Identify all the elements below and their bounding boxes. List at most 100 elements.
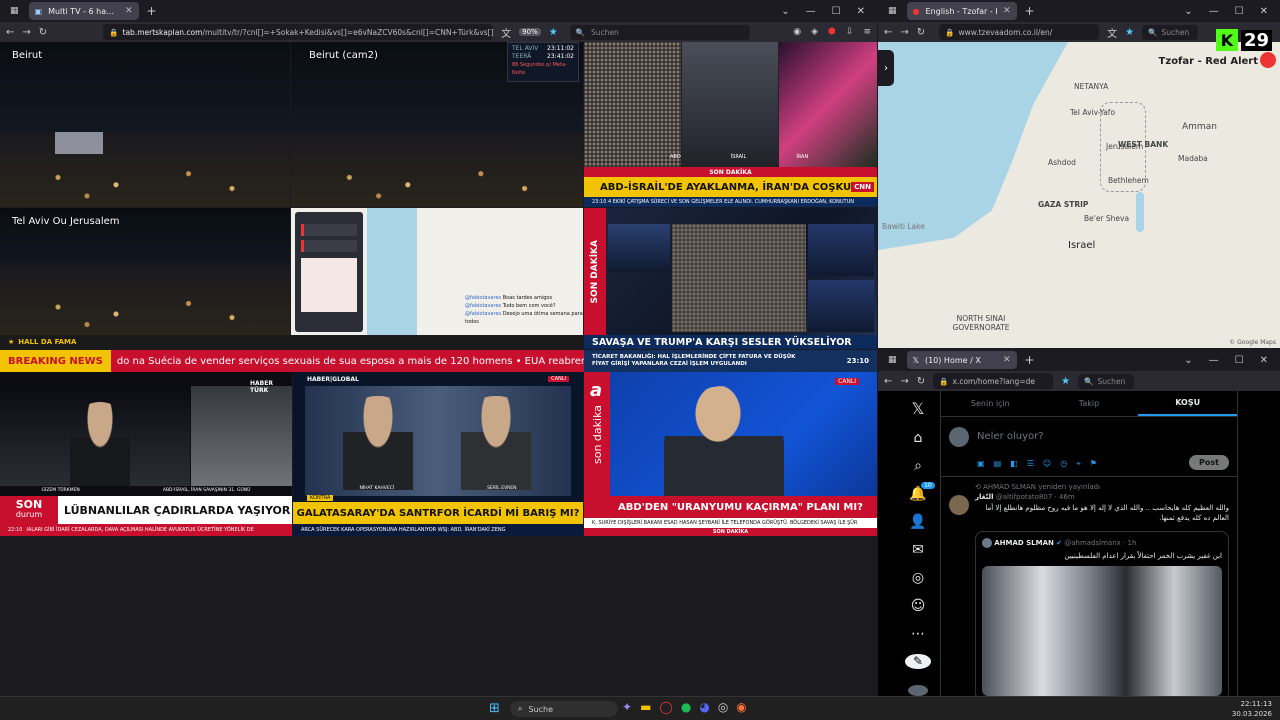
kick-icon: K <box>1215 29 1238 51</box>
ublock-icon[interactable]: ⬢ <box>828 27 836 37</box>
close-window-button[interactable]: ✕ <box>1260 355 1268 366</box>
list-tabs-icon[interactable]: ⌄ <box>1184 355 1192 366</box>
windows-start-icon[interactable]: ⊞ <box>489 701 500 716</box>
bookmark-star-icon[interactable]: ★ <box>549 27 558 38</box>
ahaber-feed[interactable]: son dakika a CANLI ABD'DEN "URANYUMU KAÇ… <box>584 372 877 536</box>
flag-icon[interactable]: ⚑ <box>1090 459 1097 469</box>
quote-image[interactable] <box>982 566 1222 696</box>
tab-multitv[interactable]: ▣ Multi TV - 6 haber kanalını ✕ <box>28 2 139 20</box>
close-tab-icon[interactable]: ✕ <box>1003 6 1011 16</box>
search-box[interactable]: 🔍 Suchen <box>1142 24 1199 40</box>
cam-telaviv[interactable]: Tel Aviv Ou Jerusalem <box>0 208 290 335</box>
forward-icon[interactable]: → <box>22 27 30 38</box>
bookmark-star-icon[interactable]: ★ <box>1125 27 1134 38</box>
explore-icon[interactable]: ⌕ <box>914 458 922 474</box>
tab-kosu[interactable]: KOŞU <box>1138 391 1238 416</box>
messages-icon[interactable]: ✉ <box>912 542 924 558</box>
list-tabs-icon[interactable]: ⌄ <box>1184 6 1192 17</box>
translate-icon[interactable]: 文 <box>1107 25 1117 40</box>
poll-icon[interactable]: ☰ <box>1027 459 1034 469</box>
tweet[interactable]: ⟲ AHMAD SLMAN yeniden yayınladı النّڠار … <box>941 477 1237 696</box>
address-bar[interactable]: 🔒 www.tzevaadom.co.il/en/ <box>939 24 1100 40</box>
search-box[interactable]: 🔍 Suchen <box>569 24 750 40</box>
tab-x-home[interactable]: 𝕏 (10) Home / X ✕ <box>906 351 1017 369</box>
map-area[interactable]: › Tzofar - Red Alert NETANYA Tel Aviv-Ya… <box>878 42 1280 348</box>
tab-tzofar[interactable]: ● English - Tzofar - Red Alert ✕ <box>906 2 1017 20</box>
system-clock[interactable]: 22:11:13 30.03.2026 <box>1232 699 1272 719</box>
minimize-button[interactable]: — <box>1209 6 1219 17</box>
schedule-icon[interactable]: ◷ <box>1060 459 1067 469</box>
taskbar-search[interactable]: ⌕ Suche <box>510 701 618 717</box>
account-icon[interactable]: ◉ <box>793 27 801 37</box>
account-avatar[interactable] <box>908 684 928 696</box>
reload-icon[interactable]: ↻ <box>39 27 47 38</box>
list-tabs-icon[interactable]: ⌄ <box>781 6 789 17</box>
quote-avatar <box>982 538 992 548</box>
gif-icon[interactable]: ▤ <box>994 459 1002 469</box>
new-tab-button[interactable]: + <box>1021 353 1039 367</box>
back-icon[interactable]: ← <box>884 27 892 38</box>
maximize-button[interactable]: ☐ <box>1235 355 1244 366</box>
tab-overview-icon[interactable]: ▦ <box>4 6 25 16</box>
search-box[interactable]: 🔍 Suchen <box>1078 373 1135 389</box>
profile-icon[interactable]: ☺ <box>911 598 926 614</box>
home-icon[interactable]: ⌂ <box>914 430 923 446</box>
reload-icon[interactable]: ↻ <box>917 376 925 387</box>
haberglobal-feed[interactable]: HABER|GLOBAL CANLI NİHAT KAHVECİ SERİL EV… <box>293 372 583 536</box>
compose-post-button[interactable]: ✎ <box>905 654 931 669</box>
notifications-icon[interactable]: 🔔 10 <box>909 482 935 502</box>
downloads-icon[interactable]: ⇩ <box>846 27 854 37</box>
haberturk-feed[interactable]: HABER TÜRK GİZEM TÜRKMEN ABD-İSRAİL, İRAN… <box>0 372 292 536</box>
spotify-icon[interactable]: ● <box>681 700 691 714</box>
quoted-tweet[interactable]: AHMAD SLMAN ✔ @ahmadslmanx · 1h ابن غفير… <box>975 531 1229 696</box>
tab-for-you[interactable]: Senin için <box>941 391 1040 416</box>
zoom-indicator[interactable]: 90% <box>519 28 541 36</box>
app-icon[interactable]: ◎ <box>718 700 728 714</box>
address-bar[interactable]: 🔒 tab.mertskaplan.com /multitv/tr/?cnl[]… <box>103 24 494 40</box>
stream-map-feed[interactable]: @fabiotavares Boas tardes amigos @fabiot… <box>291 208 583 335</box>
cam-beirut2[interactable]: Beirut (cam2) TEL AVIV 23:11:02 TEERÃ 23:4… <box>291 42 583 207</box>
bookmark-star-icon[interactable]: ★ <box>1061 376 1070 387</box>
opera-icon[interactable]: ◯ <box>659 700 672 714</box>
new-tab-button[interactable]: + <box>143 4 161 18</box>
grok-icon[interactable]: ◧ <box>1010 459 1018 469</box>
tab-overview-icon[interactable]: ▦ <box>882 6 903 16</box>
location-icon[interactable]: ⌖ <box>1076 459 1081 469</box>
emoji-icon[interactable]: ☺ <box>1043 459 1051 469</box>
address-bar[interactable]: 🔒 x.com/home?lang=de <box>933 373 1054 389</box>
back-icon[interactable]: ← <box>6 27 14 38</box>
compose-input[interactable]: Neler oluyor? <box>977 431 1044 442</box>
close-tab-icon[interactable]: ✕ <box>1003 355 1011 365</box>
forward-icon[interactable]: → <box>900 27 908 38</box>
grok-icon[interactable]: ◎ <box>912 570 924 586</box>
forward-icon[interactable]: → <box>900 376 908 387</box>
minimize-button[interactable]: — <box>1209 355 1219 366</box>
back-icon[interactable]: ← <box>884 376 892 387</box>
more-icon[interactable]: ⋯ <box>911 626 925 642</box>
cnn-turk-feed[interactable]: ABD İSRAİL İRAN SON DAKİKA ABD-İSRAİL'DE… <box>584 42 877 207</box>
minimize-button[interactable]: — <box>806 6 816 17</box>
x-logo-icon[interactable]: 𝕏 <box>912 399 925 418</box>
cam-beirut[interactable]: Beirut <box>0 42 290 207</box>
translate-icon[interactable]: 文 <box>501 25 511 40</box>
menu-icon[interactable]: ≡ <box>863 27 871 37</box>
close-tab-icon[interactable]: ✕ <box>125 6 133 16</box>
discord-icon[interactable]: ◕ <box>699 700 709 714</box>
maximize-button[interactable]: ☐ <box>832 6 841 17</box>
close-window-button[interactable]: ✕ <box>1260 6 1268 17</box>
follow-icon[interactable]: 👤 <box>909 514 926 530</box>
file-explorer-icon[interactable]: ▬ <box>640 700 651 714</box>
reload-icon[interactable]: ↻ <box>917 27 925 38</box>
shield-icon[interactable]: ◈ <box>811 27 818 37</box>
maximize-button[interactable]: ☐ <box>1235 6 1244 17</box>
tab-overview-icon[interactable]: ▦ <box>882 355 903 365</box>
firefox-icon[interactable]: ◉ <box>736 700 746 714</box>
copilot-icon[interactable]: ✦ <box>622 700 632 714</box>
new-tab-button[interactable]: + <box>1021 4 1039 18</box>
close-window-button[interactable]: ✕ <box>857 6 865 17</box>
ntv-feed[interactable]: SON DAKİKA <box>584 208 877 335</box>
reporter <box>70 402 130 486</box>
media-icon[interactable]: ▣ <box>977 459 985 469</box>
post-button[interactable]: Post <box>1189 455 1229 470</box>
tab-following[interactable]: Takip <box>1040 391 1139 416</box>
